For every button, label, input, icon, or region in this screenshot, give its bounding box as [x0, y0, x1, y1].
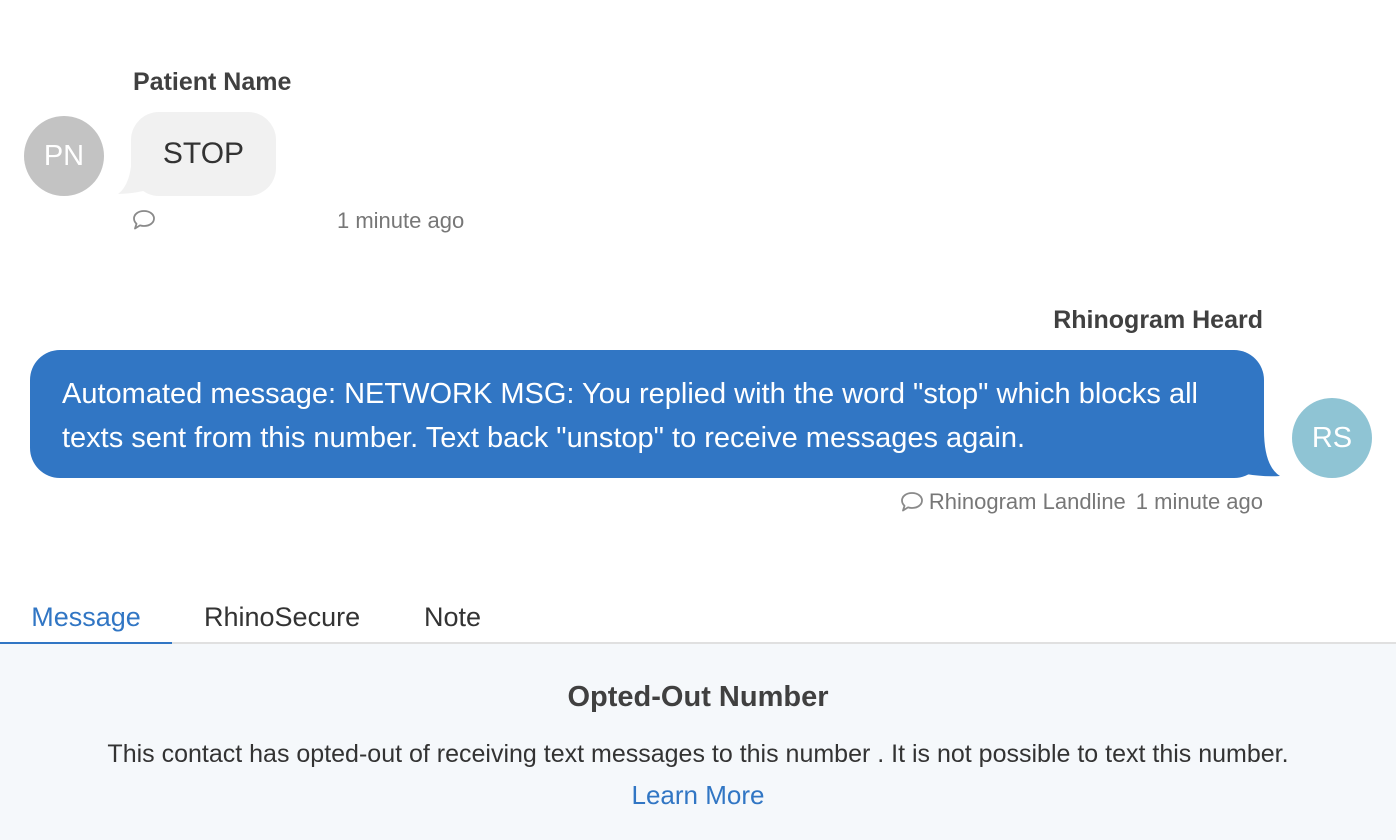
incoming-message-text: STOP: [162, 137, 245, 170]
tab-message[interactable]: Message: [0, 593, 172, 644]
message-channel: Rhinogram Landline: [899, 489, 1126, 515]
channel-name: Rhinogram Landline: [928, 489, 1126, 514]
tab-rhinosecure[interactable]: RhinoSecure: [204, 593, 360, 644]
tab-note[interactable]: Note: [424, 593, 481, 644]
incoming-timestamp: 1 minute ago: [337, 208, 465, 233]
opt-out-title: Opted-Out Number: [567, 681, 829, 713]
opt-out-description: This contact has opted-out of receiving …: [107, 740, 1289, 768]
opt-out-notice: Opted-Out Number This contact has opted-…: [0, 644, 1396, 840]
patient-avatar[interactable]: PN: [24, 116, 104, 196]
outgoing-message-meta: Rhinogram Landline 1 minute ago: [899, 489, 1263, 515]
chat-bubble-icon: [133, 210, 155, 230]
chat-bubble-icon: [900, 492, 923, 512]
outgoing-timestamp: 1 minute ago: [1135, 489, 1263, 514]
staff-avatar[interactable]: RS: [1292, 398, 1372, 478]
conversation-view: Patient Name PN STOP 1 minute ago Rhinog…: [0, 0, 1396, 840]
composer-tabs: Message RhinoSecure Note: [0, 593, 1396, 644]
outgoing-message-bubble[interactable]: Automated message: NETWORK MSG: You repl…: [30, 350, 1264, 478]
learn-more-link[interactable]: Learn More: [0, 780, 1396, 811]
outgoing-message-text: Automated message: NETWORK MSG: You repl…: [62, 378, 1198, 454]
outgoing-sender-name: Rhinogram Heard: [1053, 306, 1263, 334]
incoming-sender-name: Patient Name: [133, 68, 292, 96]
incoming-message-bubble[interactable]: STOP: [131, 112, 276, 196]
